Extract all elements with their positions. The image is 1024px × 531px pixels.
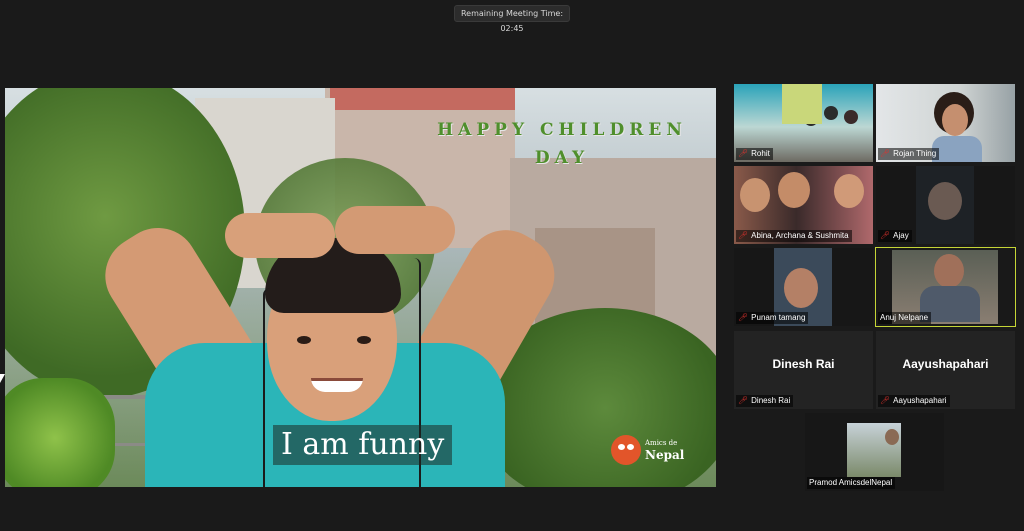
- logo-eye: [618, 444, 625, 450]
- participant-display-name: Dinesh Rai: [772, 357, 835, 371]
- microphone-muted-icon: 🎤︎: [738, 231, 749, 240]
- boy-eye: [297, 336, 311, 344]
- participant-tile[interactable]: 🎤︎ Abina, Archana & Sushmita: [734, 166, 873, 244]
- participant-name: 🎤︎ Abina, Archana & Sushmita: [736, 230, 852, 242]
- microphone-muted-icon: 🎤︎: [738, 313, 749, 322]
- participant-name: Anuj Nelpane: [878, 312, 932, 324]
- remaining-time-indicator: Remaining Meeting Time: 02:45: [454, 5, 570, 33]
- participant-display-name: Aayushapahari: [902, 357, 989, 371]
- participant-tile[interactable]: Aayushapahari 🎤︎ Aayushapahari: [876, 331, 1015, 409]
- person-face: [942, 104, 968, 136]
- participant-name: 🎤︎ Rohit: [736, 148, 773, 160]
- person-shirt: [932, 136, 982, 162]
- mouse-cursor-icon: [0, 374, 5, 383]
- boy-hand: [335, 206, 455, 254]
- brand-big-text: Nepal: [645, 448, 685, 462]
- participant-tile[interactable]: 🎤︎ Rojan Thing: [876, 84, 1015, 162]
- person-face: [934, 254, 964, 288]
- brand-logo: Amics de Nepal: [611, 435, 691, 469]
- participant-name: 🎤︎ Ajay: [878, 230, 912, 242]
- participant-name: 🎤︎ Dinesh Rai: [736, 395, 794, 407]
- participant-name: 🎤︎ Punam tamang: [736, 312, 809, 324]
- participant-tile[interactable]: Dinesh Rai 🎤︎ Dinesh Rai: [734, 331, 873, 409]
- shared-screen-video[interactable]: HAPPY CHILDREN DAY I am funny Amics de N…: [5, 88, 716, 487]
- background-roof: [330, 88, 515, 110]
- person-face: [778, 172, 810, 208]
- brand-text: Amics de Nepal: [645, 437, 684, 461]
- person-face: [740, 178, 770, 212]
- person-silhouette: [844, 110, 858, 124]
- microphone-muted-icon: 🎤︎: [738, 149, 749, 158]
- person-silhouette: [824, 106, 838, 120]
- participant-name: 🎤︎ Aayushapahari: [878, 395, 950, 407]
- meeting-window: Remaining Meeting Time: 02:45 HAPPY CHIL…: [0, 0, 1024, 531]
- logo-eye: [627, 444, 634, 450]
- logo-icon: [611, 435, 641, 465]
- boy-eye: [357, 336, 371, 344]
- microphone-muted-icon: 🎤︎: [880, 149, 891, 158]
- microphone-muted-icon: 🎤︎: [880, 231, 891, 240]
- person-face: [928, 182, 962, 220]
- participant-name: 🎤︎ Rojan Thing: [878, 148, 940, 160]
- boy-smile: [311, 378, 363, 392]
- boy-hand: [225, 213, 335, 258]
- participant-tile-active-speaker[interactable]: Anuj Nelpane: [875, 247, 1016, 327]
- participant-name: Pramod AmicsdelNepal: [807, 477, 896, 489]
- participant-tile[interactable]: 🎤︎ Ajay: [876, 166, 1015, 244]
- microphone-muted-icon: 🎤︎: [738, 396, 749, 405]
- participant-tile[interactable]: 🎤︎ Rohit: [734, 84, 873, 162]
- microphone-muted-icon: 🎤︎: [880, 396, 891, 405]
- person-face: [834, 174, 864, 208]
- window-curtain: [782, 84, 822, 124]
- video-caption: I am funny: [273, 425, 453, 465]
- participant-tile[interactable]: Pramod AmicsdelNepal: [805, 413, 944, 491]
- background-plant: [5, 378, 115, 487]
- participant-tile[interactable]: 🎤︎ Punam tamang: [734, 248, 873, 326]
- video-headline: HAPPY CHILDREN DAY: [437, 120, 687, 168]
- person-face: [784, 268, 818, 308]
- person-face: [885, 429, 899, 445]
